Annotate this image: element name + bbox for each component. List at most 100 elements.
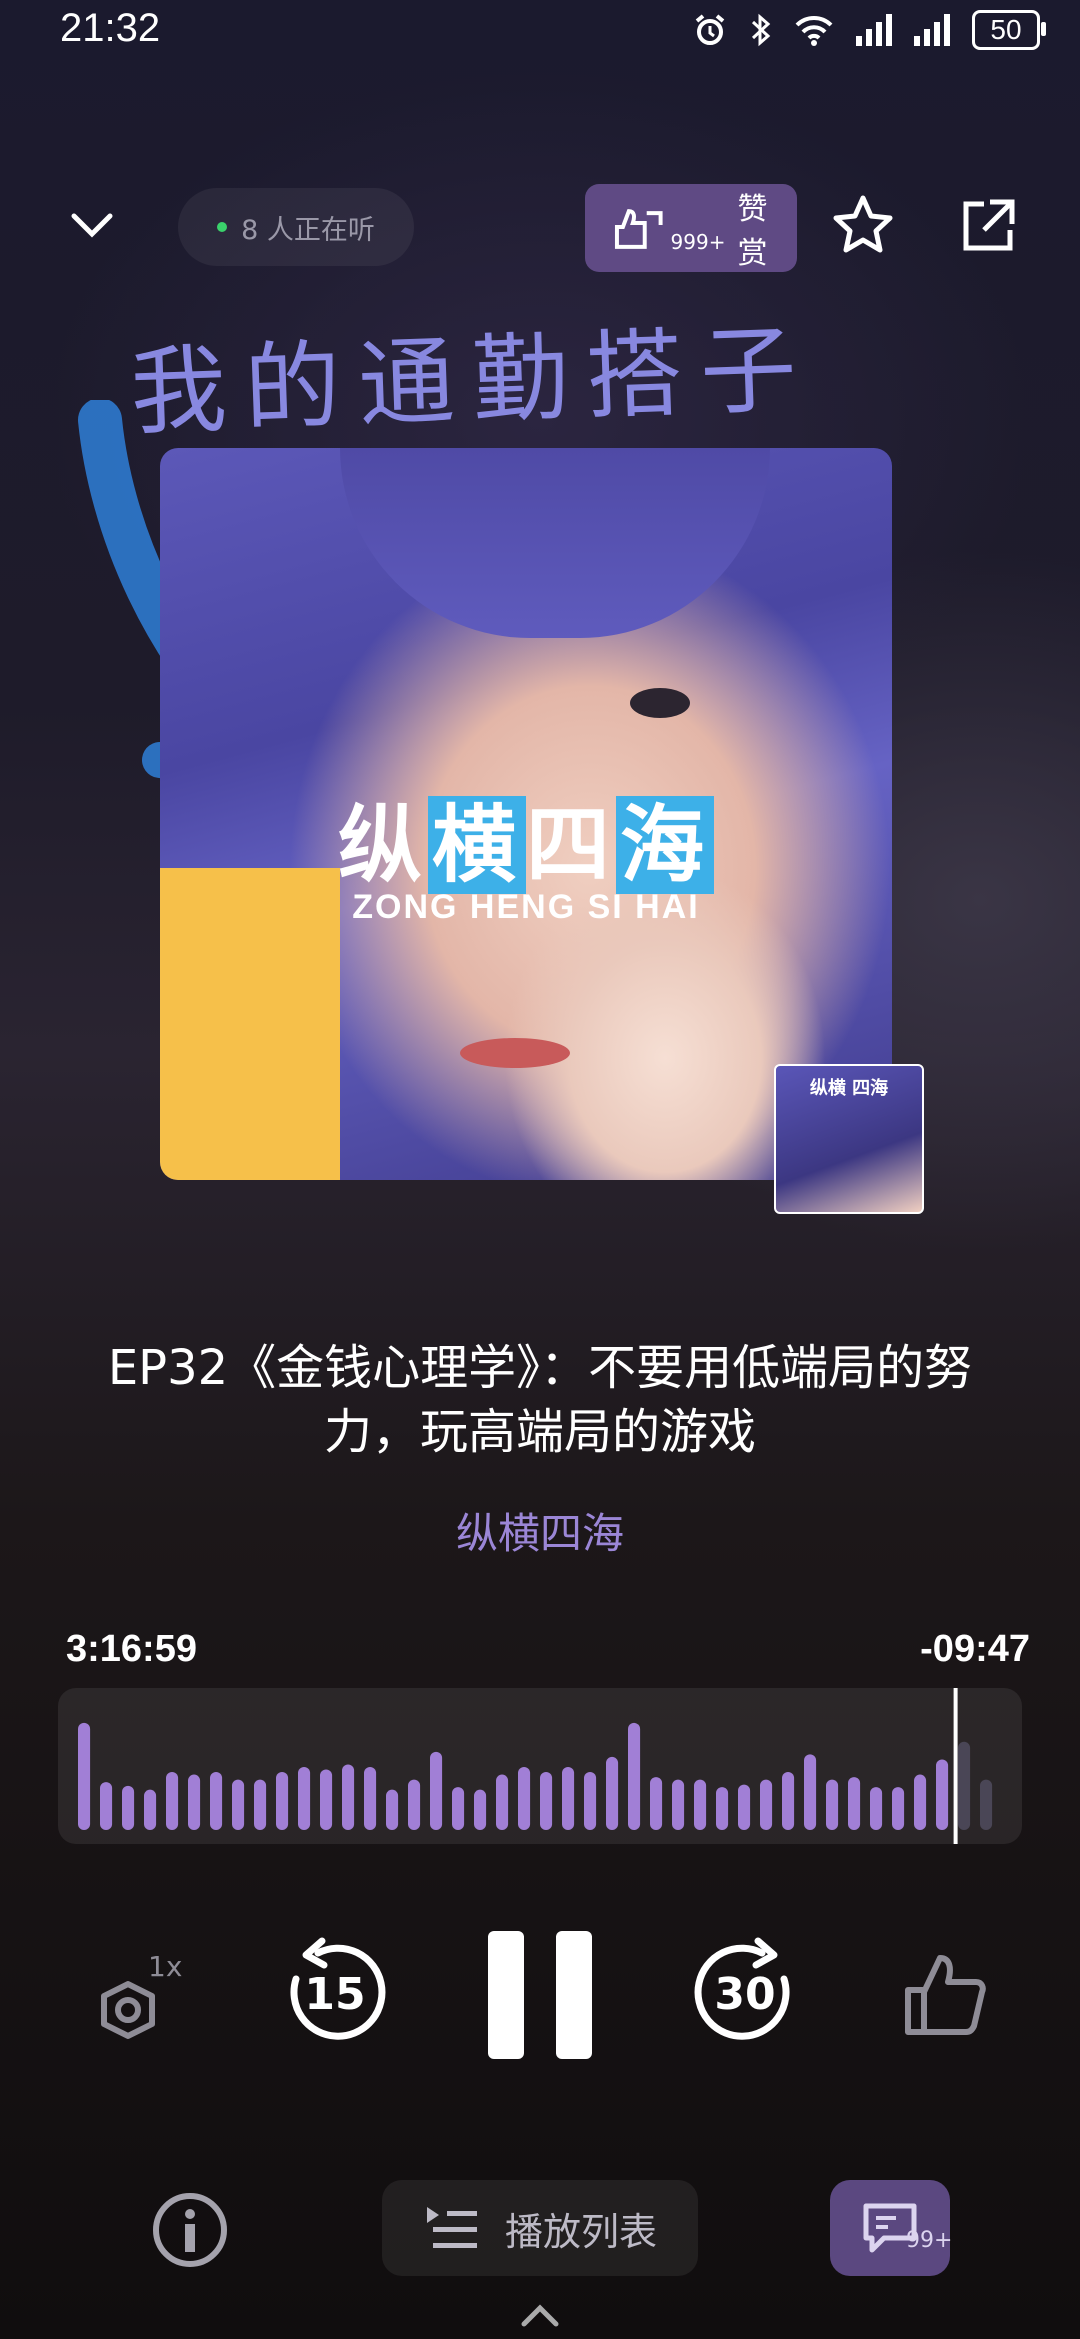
waveform-bar <box>584 1772 597 1830</box>
waveform-bar <box>738 1784 751 1830</box>
waveform-bar <box>672 1779 685 1830</box>
playhead[interactable] <box>953 1688 958 1844</box>
episode-title: EP32《金钱心理学》：不要用低端局的努力，玩高端局的游戏 <box>107 1340 973 1460</box>
podcast-name[interactable]: 纵横四海 <box>0 1500 1080 1561</box>
waveform-bar <box>562 1767 575 1830</box>
waveform-scrubber[interactable] <box>58 1688 1022 1844</box>
waveform-bar <box>980 1779 993 1830</box>
waveform-bar <box>760 1779 773 1830</box>
waveform-bar <box>408 1779 421 1830</box>
pause-icon <box>488 1931 592 2059</box>
pause-button[interactable] <box>480 1925 600 2065</box>
playlist-button[interactable]: 播放列表 <box>382 2180 698 2276</box>
alarm-icon <box>695 14 725 45</box>
waveform-bar <box>650 1777 663 1830</box>
cover-thumbnail[interactable]: 纵横 四海 <box>774 1064 924 1214</box>
waveform-bar <box>804 1754 817 1830</box>
wifi-icon <box>795 15 833 46</box>
waveform-bar <box>848 1777 861 1830</box>
waveform-bar <box>232 1779 245 1830</box>
remaining-time: -09:47 <box>920 1628 1030 1670</box>
forward-button[interactable]: 30 <box>688 1935 802 2049</box>
listeners-text: 8 人正在听 <box>241 214 375 246</box>
battery-indicator: 50 <box>972 10 1046 50</box>
playback-speed-button[interactable]: 1x <box>90 1940 190 2060</box>
waveform-bar <box>892 1787 905 1830</box>
cover-title-char: 横 <box>427 796 526 894</box>
waveform-bar <box>342 1764 355 1830</box>
waveform-bar <box>716 1787 729 1830</box>
info-button[interactable] <box>150 2190 230 2270</box>
cover-title-char: 海 <box>616 796 715 894</box>
reward-label: 赞赏 <box>737 192 768 271</box>
rewind-button[interactable]: 15 <box>278 1935 392 2049</box>
waveform-bar <box>452 1787 465 1830</box>
waveform-bar <box>870 1787 883 1830</box>
signal-icon-2 <box>914 14 950 46</box>
waveform-bar <box>782 1772 795 1830</box>
waveform-bar <box>628 1722 641 1830</box>
cover-title-char: 四 <box>526 796 617 894</box>
waveform-bar <box>430 1751 443 1830</box>
thumbs-up-icon <box>905 1955 986 2035</box>
waveform-bar <box>144 1789 157 1830</box>
reward-button[interactable]: 999+ 赞赏 <box>585 184 797 272</box>
speed-label: 1x <box>148 1950 183 1983</box>
status-icons: 50 <box>692 10 1046 50</box>
cover-eye <box>630 688 690 718</box>
waveform-bar <box>364 1767 377 1830</box>
waveform-bar <box>122 1785 135 1830</box>
waveform-bar <box>914 1774 927 1830</box>
waveform-bar <box>958 1741 971 1830</box>
waveform-bar <box>78 1722 91 1830</box>
waveform-bar <box>496 1774 509 1830</box>
waveform-bar <box>826 1779 839 1830</box>
playlist-label: 播放列表 <box>504 2209 657 2254</box>
cover-lips <box>460 1038 570 1068</box>
cover-hair <box>340 448 770 638</box>
rewind-seconds: 15 <box>304 1969 366 2020</box>
waveform-bar <box>386 1789 399 1830</box>
waveform-bar <box>474 1789 487 1830</box>
thumb-label: 纵横 四海 <box>809 1078 889 1099</box>
collapse-button[interactable] <box>66 206 118 250</box>
waveform-bar <box>276 1772 289 1830</box>
listeners-badge: 8 人正在听 <box>178 188 414 266</box>
waveform-bar <box>166 1772 179 1830</box>
waveform-bar <box>254 1779 267 1830</box>
playlist-icon <box>426 2207 477 2248</box>
info-icon <box>153 2193 227 2267</box>
forward-seconds: 30 <box>714 1969 776 2020</box>
waveform-bar <box>100 1782 113 1830</box>
share-button[interactable] <box>958 196 1018 260</box>
elapsed-time: 3:16:59 <box>66 1628 197 1670</box>
comments-button[interactable]: 99+ <box>830 2180 953 2276</box>
cover-title-char: 纵 <box>337 796 428 894</box>
comment-count: 99+ <box>906 2228 953 2253</box>
reward-icon <box>614 209 663 249</box>
bluetooth-icon <box>751 13 771 47</box>
waveform-bar <box>188 1774 201 1830</box>
signal-icon <box>856 14 892 46</box>
waveform <box>78 1688 993 1844</box>
share-icon <box>963 199 1015 251</box>
chevron-down-icon <box>71 213 113 238</box>
waveform-bar <box>936 1759 949 1830</box>
like-button[interactable] <box>900 1950 990 2040</box>
waveform-bar <box>518 1767 531 1830</box>
chevron-up-icon <box>521 2304 559 2327</box>
star-icon <box>833 195 893 253</box>
waveform-bar <box>320 1769 333 1830</box>
cover-subtitle: ZONG HENG SI HAI <box>352 888 700 926</box>
reward-count: 999+ <box>670 230 726 254</box>
status-time: 21:32 <box>60 6 161 50</box>
waveform-bar <box>298 1767 311 1830</box>
waveform-bar <box>210 1772 223 1830</box>
waveform-bar <box>540 1772 553 1830</box>
waveform-bar <box>694 1779 707 1830</box>
waveform-bar <box>606 1756 619 1830</box>
favorite-button[interactable] <box>830 192 896 262</box>
cover-title: 纵横四海 <box>160 778 892 899</box>
expand-up-button[interactable] <box>516 2300 564 2330</box>
live-dot <box>217 222 228 232</box>
